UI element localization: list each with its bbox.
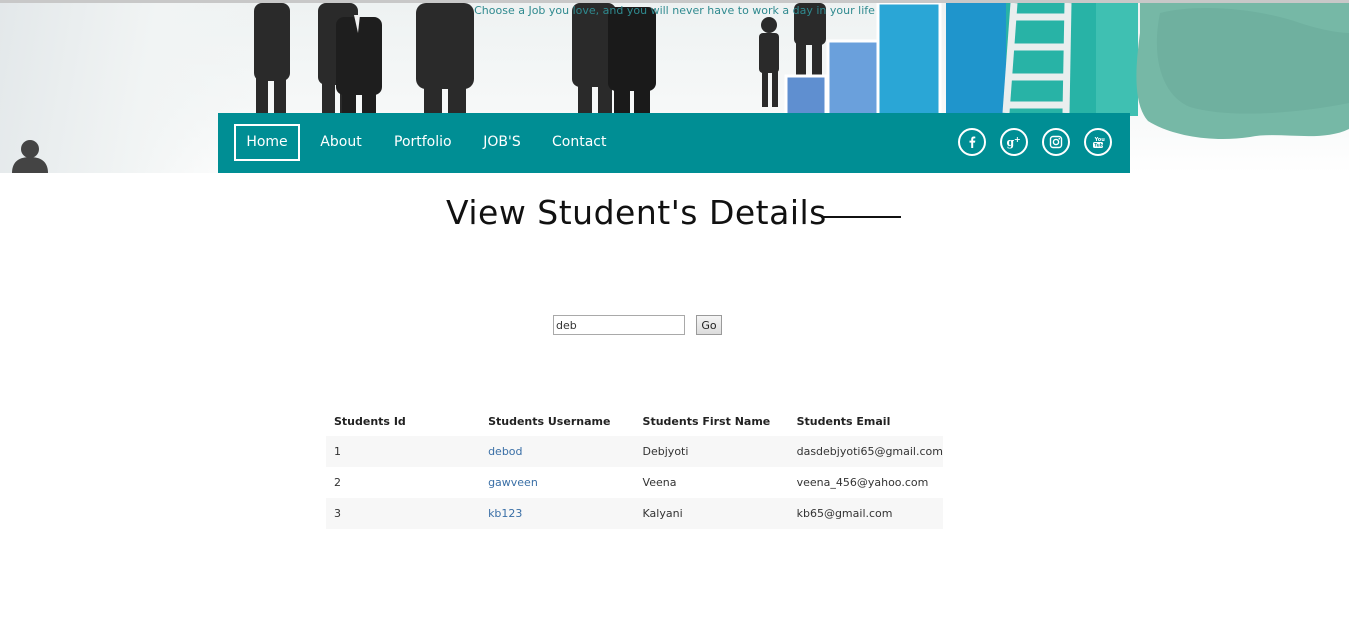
header-students-email: Students Email [796, 414, 891, 428]
cell-first-name: Kalyani [634, 498, 789, 529]
instagram-icon[interactable] [1042, 128, 1070, 156]
table-row: 3 kb123 Kalyani kb65@gmail.com [326, 498, 943, 529]
cell-student-id: 2 [334, 476, 341, 489]
nav-jobs[interactable]: JOB'S [482, 124, 522, 161]
cell-username: kb123 [480, 498, 635, 529]
table-row: 1 debod Debjyoti dasdebjyoti65@gmail.com [326, 436, 943, 467]
cell-student-id: 1 [326, 436, 481, 467]
page-title: View Student's Details [446, 193, 827, 232]
small-person-silhouette [12, 140, 48, 173]
nav-portfolio[interactable]: Portfolio [394, 124, 452, 161]
header-tagline: Choose a Job you love, and you will neve… [474, 4, 875, 17]
svg-text:+: + [1014, 135, 1021, 144]
go-button[interactable]: Go [696, 315, 722, 335]
cell-first-name: Debjyoti [634, 436, 789, 467]
nav-about[interactable]: About [318, 124, 364, 161]
page-heading: View Student's Details [0, 193, 1349, 237]
nav-home[interactable]: Home [234, 124, 300, 161]
header-students-first-name: Students First Name [642, 414, 771, 428]
cell-first-name: Veena [642, 476, 677, 489]
header-students-id: Students Id [334, 414, 406, 428]
google-plus-icon[interactable]: g + [1000, 128, 1028, 156]
bar-chart-art [784, 3, 1138, 118]
cell-username: debod [480, 436, 635, 467]
cell-student-id: 3 [326, 498, 481, 529]
youtube-icon[interactable]: You Tube [1084, 128, 1112, 156]
main-navbar: Home About Portfolio JOB'S Contact g + Y… [218, 113, 1130, 173]
nav-contact[interactable]: Contact [552, 124, 606, 161]
cell-email: kb65@gmail.com [788, 498, 943, 529]
cloud-art [1136, 3, 1349, 140]
cell-email: veena_456@yahoo.com [796, 476, 929, 489]
table-row: 2 gawveen Veena veena_456@yahoo.com [326, 467, 943, 498]
table-header-row: Students Id Students Username Students F… [326, 406, 943, 436]
business-people-silhouettes [254, 3, 826, 113]
svg-text:Tube: Tube [1094, 143, 1106, 149]
username-link[interactable]: kb123 [488, 507, 522, 520]
facebook-icon[interactable] [958, 128, 986, 156]
username-link[interactable]: gawveen [488, 476, 538, 489]
cell-email: dasdebjyoti65@gmail.com [788, 436, 943, 467]
title-underline-rule [821, 216, 901, 218]
page: Choose a Job you love, and you will neve… [0, 0, 1349, 620]
cell-username: gawveen [480, 467, 634, 498]
username-link[interactable]: debod [488, 445, 522, 458]
header-students-username: Students Username [488, 414, 611, 428]
students-table: Students Id Students Username Students F… [326, 406, 943, 529]
search-input[interactable] [553, 315, 685, 335]
